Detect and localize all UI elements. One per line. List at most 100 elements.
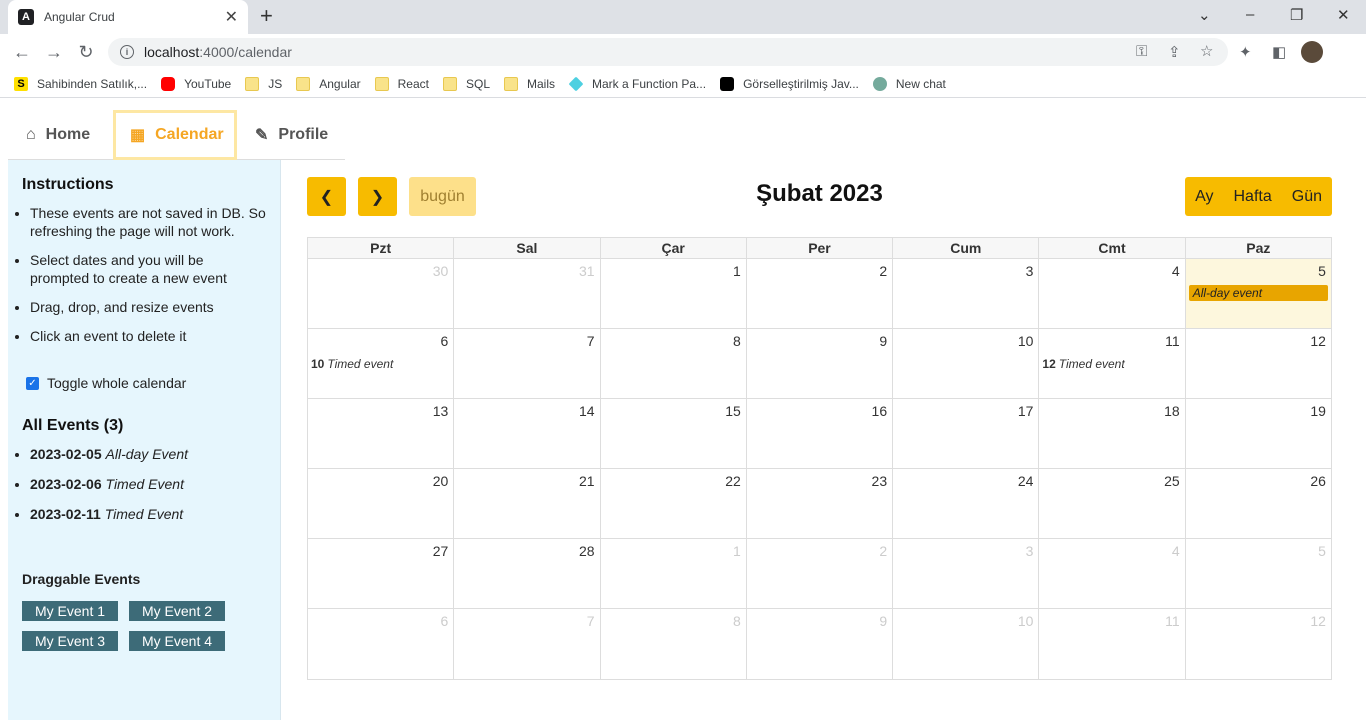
- day-number[interactable]: 1: [733, 263, 741, 279]
- day-cell[interactable]: 3: [893, 259, 1040, 328]
- timed-event[interactable]: 10 Timed event: [311, 357, 393, 371]
- browser-tab[interactable]: A Angular Crud ✕: [8, 0, 248, 34]
- day-number[interactable]: 18: [1164, 403, 1180, 419]
- day-number[interactable]: 5: [1318, 263, 1326, 279]
- day-number[interactable]: 8: [733, 333, 741, 349]
- day-cell[interactable]: 26: [1186, 469, 1331, 538]
- day-cell[interactable]: 30: [308, 259, 455, 328]
- day-cell[interactable]: 13: [308, 399, 455, 468]
- day-number[interactable]: 11: [1165, 333, 1180, 349]
- forward-icon[interactable]: →: [38, 42, 70, 63]
- reload-icon[interactable]: ↻: [70, 42, 102, 63]
- nav-profile[interactable]: ✎ Profile: [255, 110, 328, 160]
- event-list-item[interactable]: 2023-02-11 Timed Event: [30, 505, 266, 523]
- day-number[interactable]: 25: [1164, 473, 1180, 489]
- day-number[interactable]: 5: [1318, 543, 1326, 559]
- close-tab-icon[interactable]: ✕: [225, 7, 238, 27]
- day-cell[interactable]: 27: [308, 539, 455, 608]
- day-cell[interactable]: 28: [454, 539, 601, 608]
- day-number[interactable]: 27: [433, 543, 449, 559]
- bookmark-item[interactable]: Görselleştirilmiş Jav...: [720, 76, 859, 91]
- day-cell[interactable]: 1: [601, 259, 747, 328]
- day-cell[interactable]: 10: [893, 609, 1040, 679]
- day-cell[interactable]: 20: [308, 469, 455, 538]
- bookmark-item[interactable]: JS: [245, 76, 282, 91]
- day-number[interactable]: 16: [872, 403, 888, 419]
- day-number[interactable]: 15: [725, 403, 741, 419]
- day-cell[interactable]: 15: [601, 399, 747, 468]
- draggable-event[interactable]: My Event 4: [129, 631, 225, 651]
- day-cell[interactable]: 8: [601, 609, 747, 679]
- event-list-item[interactable]: 2023-02-06 Timed Event: [30, 475, 266, 493]
- day-cell[interactable]: 6: [308, 609, 455, 679]
- checkbox[interactable]: ✓: [26, 376, 39, 390]
- day-number[interactable]: 12: [1310, 613, 1326, 629]
- profile-avatar[interactable]: [1301, 41, 1323, 63]
- day-number[interactable]: 11: [1165, 613, 1180, 629]
- day-number[interactable]: 19: [1310, 403, 1326, 419]
- day-number[interactable]: 10: [1018, 613, 1034, 629]
- day-number[interactable]: 1: [733, 543, 741, 559]
- bookmark-item[interactable]: Angular: [296, 76, 361, 91]
- day-number[interactable]: 3: [1026, 263, 1034, 279]
- day-cell[interactable]: 3: [893, 539, 1040, 608]
- day-cell[interactable]: 5 All-day event: [1185, 259, 1331, 328]
- day-cell[interactable]: 7: [454, 329, 601, 398]
- draggable-event[interactable]: My Event 3: [22, 631, 118, 651]
- day-cell[interactable]: 11: [1039, 609, 1186, 679]
- day-number[interactable]: 10: [1018, 333, 1034, 349]
- day-cell[interactable]: 11 12 Timed event: [1039, 329, 1186, 398]
- day-cell[interactable]: 8: [601, 329, 747, 398]
- draggable-event[interactable]: My Event 2: [129, 601, 225, 621]
- day-cell[interactable]: 9: [747, 609, 894, 679]
- day-number[interactable]: 26: [1310, 473, 1326, 489]
- nav-home[interactable]: ⌂ Home: [26, 110, 90, 160]
- day-cell[interactable]: 2: [747, 539, 894, 608]
- site-info-icon[interactable]: i: [120, 45, 134, 59]
- day-number[interactable]: 17: [1018, 403, 1034, 419]
- back-icon[interactable]: ←: [6, 42, 38, 63]
- day-cell[interactable]: 12: [1186, 609, 1331, 679]
- day-cell[interactable]: 24: [893, 469, 1040, 538]
- day-number[interactable]: 3: [1026, 543, 1034, 559]
- view-button[interactable]: Ay: [1185, 188, 1223, 206]
- day-number[interactable]: 9: [879, 613, 887, 629]
- day-cell[interactable]: 7: [454, 609, 601, 679]
- day-number[interactable]: 14: [579, 403, 595, 419]
- bookmark-item[interactable]: SQL: [442, 76, 490, 91]
- day-number[interactable]: 7: [587, 613, 595, 629]
- key-icon[interactable]: ⚿: [1136, 43, 1147, 60]
- event-list-item[interactable]: 2023-02-05 All-day Event: [30, 445, 266, 463]
- day-cell[interactable]: 21: [454, 469, 601, 538]
- day-cell[interactable]: 10: [893, 329, 1040, 398]
- day-cell[interactable]: 14: [454, 399, 601, 468]
- day-cell[interactable]: 1: [601, 539, 747, 608]
- day-cell[interactable]: 9: [747, 329, 894, 398]
- tab-search-icon[interactable]: ⌄: [1198, 6, 1211, 24]
- day-number[interactable]: 30: [433, 263, 449, 279]
- minimize-icon[interactable]: –: [1246, 6, 1254, 23]
- bookmark-item[interactable]: S Sahibinden Satılık,...: [14, 76, 147, 91]
- day-cell[interactable]: 19: [1186, 399, 1331, 468]
- extensions-icon[interactable]: ✦: [1239, 43, 1252, 61]
- view-button[interactable]: Gün: [1282, 188, 1332, 206]
- day-cell[interactable]: 16: [747, 399, 894, 468]
- close-window-icon[interactable]: ✕: [1337, 6, 1350, 24]
- day-cell[interactable]: 4: [1039, 539, 1186, 608]
- bookmark-star-icon[interactable]: ☆: [1200, 42, 1213, 60]
- day-cell[interactable]: 4: [1039, 259, 1186, 328]
- bookmark-item[interactable]: YouTube: [161, 76, 231, 91]
- day-number[interactable]: 12: [1310, 333, 1326, 349]
- day-cell[interactable]: 2: [747, 259, 894, 328]
- share-icon[interactable]: ⇪: [1168, 43, 1181, 61]
- day-number[interactable]: 7: [587, 333, 595, 349]
- day-number[interactable]: 13: [433, 403, 449, 419]
- all-day-event[interactable]: All-day event: [1188, 285, 1328, 301]
- bookmark-item[interactable]: Mark a Function Pa...: [568, 76, 706, 91]
- day-cell[interactable]: 23: [747, 469, 894, 538]
- bookmark-item[interactable]: React: [374, 76, 429, 91]
- day-cell[interactable]: 22: [601, 469, 747, 538]
- timed-event[interactable]: 12 Timed event: [1042, 357, 1124, 371]
- day-cell[interactable]: 17: [893, 399, 1040, 468]
- day-number[interactable]: 2: [879, 543, 887, 559]
